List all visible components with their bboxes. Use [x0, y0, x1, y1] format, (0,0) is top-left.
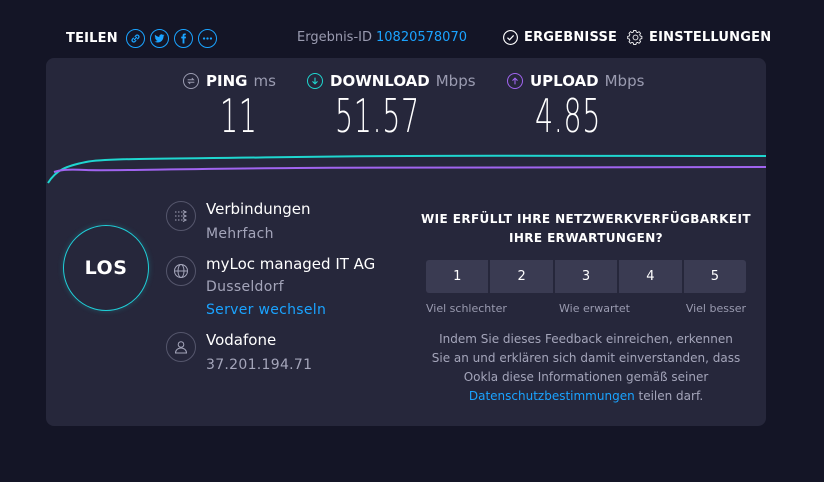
feedback-disclaimer: Indem Sie dieses Feedback einreichen, er…: [418, 330, 754, 406]
result-id-link[interactable]: 10820578070: [376, 30, 467, 45]
disclaimer-line4: Datenschutzbestimmungen teilen darf.: [418, 387, 754, 406]
download-metric: DOWNLOAD Mbps 51.57: [307, 72, 476, 140]
more-icon[interactable]: [197, 28, 217, 48]
feedback-question: WIE ERFÜLLT IHRE NETZWERKVERFÜGBARKEIT I…: [418, 210, 754, 248]
upload-arrow-icon: [507, 73, 523, 89]
rating-button-5[interactable]: 5: [683, 260, 747, 293]
ping-unit: ms: [253, 72, 276, 90]
ping-metric: PING ms 11: [183, 72, 281, 140]
rating-button-1[interactable]: 1: [426, 260, 489, 293]
download-unit: Mbps: [435, 72, 476, 90]
disclaimer-line1: Indem Sie dieses Feedback einreichen, er…: [439, 332, 733, 346]
gear-icon: [627, 29, 643, 46]
go-button[interactable]: LOS: [63, 225, 149, 311]
feedback-question-line1: WIE ERFÜLLT IHRE NETZWERKVERFÜGBARKEIT: [421, 212, 751, 226]
change-server-link[interactable]: Server wechseln: [206, 300, 375, 320]
scale-high-label: Viel besser: [685, 302, 746, 315]
results-button[interactable]: ERGEBNISSE: [502, 29, 617, 46]
speed-graph: [47, 154, 766, 184]
provider-ip: 37.201.194.71: [206, 357, 313, 373]
globe-icon: [166, 256, 196, 286]
upload-graph-line: [53, 166, 766, 173]
facebook-icon[interactable]: [173, 28, 193, 48]
upload-label: UPLOAD: [530, 72, 599, 90]
settings-label: EINSTELLUNGEN: [649, 30, 772, 45]
ping-label: PING: [206, 72, 248, 90]
upload-metric: UPLOAD Mbps 4.85: [507, 72, 644, 140]
ping-value: 11: [220, 89, 258, 143]
rating-buttons: 1 2 3 4 5: [426, 260, 747, 293]
disclaimer-end: teilen darf.: [634, 389, 704, 403]
download-label: DOWNLOAD: [330, 72, 430, 90]
scale-low-label: Viel schlechter: [426, 302, 507, 315]
server-location: Dusseldorf: [206, 279, 284, 295]
scale-mid-label: Wie erwartet: [559, 302, 630, 315]
privacy-link[interactable]: Datenschutzbestimmungen: [469, 389, 635, 403]
feedback-question-line2: IHRE ERWARTUNGEN?: [508, 231, 664, 245]
twitter-icon[interactable]: [149, 28, 169, 48]
rating-button-4[interactable]: 4: [619, 260, 682, 293]
upload-unit: Mbps: [604, 72, 645, 90]
download-value: 51.57: [335, 89, 420, 143]
settings-button[interactable]: EINSTELLUNGEN: [627, 29, 771, 46]
result-card: PING ms 11 DOWNLOAD Mbps 51.57 UPLOAD Mb…: [46, 58, 766, 426]
user-icon: [166, 332, 196, 362]
upload-value: 4.85: [535, 89, 601, 143]
server-name: myLoc managed IT AG: [206, 255, 376, 273]
share-bar: TEILEN: [66, 25, 222, 51]
disclaimer-line3: Ookla diese Informationen gemäß seiner: [463, 370, 709, 384]
provider-name: Vodafone: [206, 331, 277, 349]
share-label: TEILEN: [66, 30, 118, 46]
download-arrow-icon: [307, 73, 323, 89]
rating-button-3[interactable]: 3: [554, 260, 618, 293]
check-circle-icon: [503, 30, 518, 45]
rating-button-2[interactable]: 2: [490, 260, 553, 293]
ping-icon: [183, 73, 199, 89]
connections-icon: [166, 201, 196, 231]
connections-title: Verbindungen: [206, 200, 311, 218]
disclaimer-line2: Sie an und erklären sich damit einversta…: [431, 351, 741, 365]
results-label: ERGEBNISSE: [524, 30, 618, 45]
connections-value: Mehrfach: [206, 226, 274, 242]
result-id: Ergebnis-ID 10820578070: [297, 30, 467, 45]
result-id-label: Ergebnis-ID: [297, 30, 372, 45]
link-icon[interactable]: [125, 28, 145, 48]
